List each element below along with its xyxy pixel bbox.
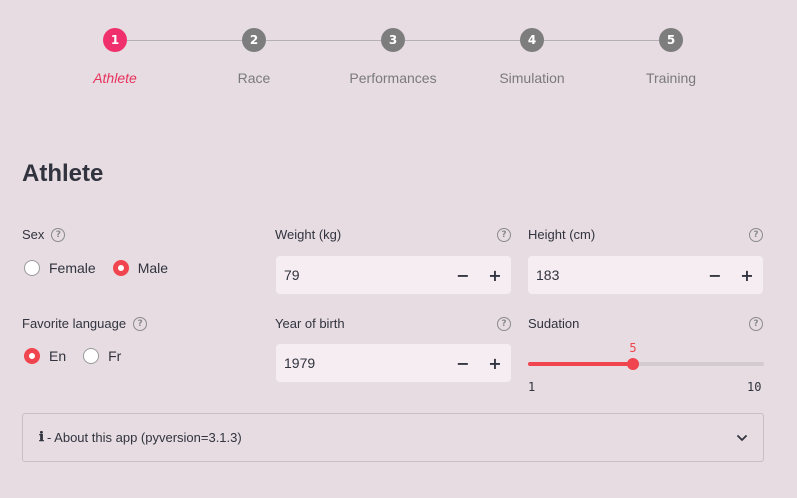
step-3-circle[interactable]: 3 [381,28,405,52]
sudation-label: Sudation [528,316,580,331]
height-label: Height (cm) [528,227,596,242]
slider-fill [528,362,633,366]
weight-stepper: 79 − + [276,256,511,294]
sex-option-label: Female [49,260,96,276]
sudation-max: 10 [747,380,762,394]
radio-checked-icon[interactable] [112,260,129,276]
about-expander[interactable]: ℹ - About this app (pyversion=3.1.3) [22,413,764,462]
language-option-en[interactable]: En [24,348,66,364]
language-option-fr[interactable]: Fr [83,348,121,364]
birth-decrement-button[interactable]: − [447,344,479,382]
help-icon[interactable]: ? [51,227,66,242]
step-2-label[interactable]: Race [184,70,324,86]
slider-thumb[interactable] [626,358,639,370]
step-connector [544,40,659,41]
language-option-label: Fr [108,348,122,364]
sudation-slider[interactable] [528,358,764,370]
sex-label-row: Sex ? [22,227,66,242]
sudation-min: 1 [528,380,536,394]
radio-checked-icon[interactable] [24,348,40,364]
radio-unchecked-icon[interactable] [24,260,40,276]
step-4-label[interactable]: Simulation [462,70,602,86]
help-icon[interactable]: ? [497,228,511,242]
step-connector [405,40,520,41]
about-expander-label: - About this app (pyversion=3.1.3) [46,430,242,445]
step-4-circle[interactable]: 4 [520,28,544,52]
weight-increment-button[interactable]: + [479,256,511,294]
step-1-circle[interactable]: 1 [103,28,127,52]
sex-radio-group: Female Male [24,260,185,276]
step-5-circle[interactable]: 5 [659,28,683,52]
birth-increment-button[interactable]: + [479,344,511,382]
weight-label: Weight (kg) [275,227,342,242]
step-2-circle[interactable]: 2 [242,28,266,52]
height-stepper: 183 − + [528,256,763,294]
help-icon[interactable]: ? [749,228,763,242]
height-increment-button[interactable]: + [731,256,763,294]
step-3-label[interactable]: Performances [323,70,463,86]
stepper: 1 2 3 4 5 Athlete Race Performances Simu… [0,0,797,100]
sex-label: Sex [22,227,45,242]
info-icon: ℹ [39,430,44,445]
language-label: Favorite language [22,316,127,331]
sex-option-male[interactable]: Male [112,260,169,276]
step-5-label[interactable]: Training [601,70,741,86]
help-icon[interactable]: ? [497,317,511,331]
sudation-value: 5 [629,341,637,355]
language-label-row: Favorite language ? [22,316,148,331]
sex-option-female[interactable]: Female [24,260,96,276]
birth-label: Year of birth [275,316,345,331]
help-icon[interactable]: ? [133,316,148,331]
language-option-label: En [49,348,67,364]
height-input[interactable]: 183 [528,267,699,283]
language-radio-group: En Fr [24,348,138,364]
step-1-label[interactable]: Athlete [45,70,185,86]
page-title: Athlete [22,160,104,187]
weight-input[interactable]: 79 [276,267,447,283]
help-icon[interactable]: ? [749,317,763,331]
birth-input[interactable]: 1979 [276,355,447,371]
birth-stepper: 1979 − + [276,344,511,382]
weight-decrement-button[interactable]: − [447,256,479,294]
height-decrement-button[interactable]: − [699,256,731,294]
radio-unchecked-icon[interactable] [83,348,100,364]
chevron-down-icon[interactable] [737,433,747,443]
step-connector [127,40,242,41]
step-connector [266,40,381,41]
sex-option-label: Male [137,260,169,276]
